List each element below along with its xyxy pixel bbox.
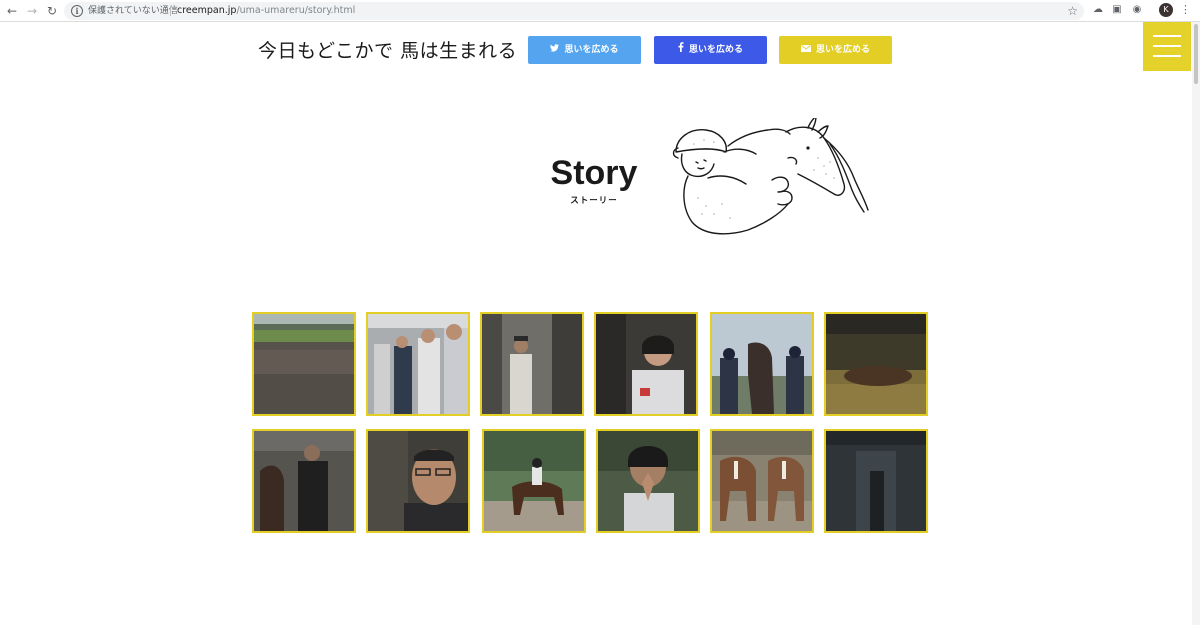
site-title[interactable]: 今日もどこかで 馬は生まれる <box>258 36 517 63</box>
page-subtitle: ストーリー <box>570 196 618 206</box>
gallery-photo-man-with-glasses[interactable] <box>366 429 470 533</box>
forward-icon[interactable]: → <box>24 3 40 19</box>
info-icon[interactable]: i <box>71 5 83 17</box>
browser-menu-icon[interactable]: ⋮ <box>1180 3 1191 17</box>
share-twitter-label: 思いを広める <box>564 45 619 55</box>
photo-frame <box>596 429 700 533</box>
security-label: 保護されていない通信 <box>88 6 178 16</box>
share-mail-label: 思いを広める <box>815 45 870 55</box>
girl-and-horse-illustration <box>668 115 878 240</box>
photo-frame <box>366 312 470 416</box>
gallery-photo-smiling-woman[interactable] <box>594 312 698 416</box>
facebook-icon <box>678 36 684 64</box>
photo-frame <box>594 312 698 416</box>
photo-frame <box>480 312 584 416</box>
photo-frame <box>824 429 928 533</box>
gallery-photo-dark-stable-corridor[interactable] <box>824 429 928 533</box>
gallery-photo-men-reading-papers[interactable] <box>366 312 470 416</box>
share-facebook-label: 思いを広める <box>688 45 743 55</box>
gallery-photo-men-leading-horse[interactable] <box>252 429 356 533</box>
extension-cloud-icon[interactable]: ☁ <box>1092 4 1104 16</box>
profile-avatar[interactable]: K <box>1159 3 1173 17</box>
browser-toolbar: ← → ↻ i 保護されていない通信 creempan.jp/uma-umare… <box>0 0 1200 22</box>
photo-frame <box>824 312 928 416</box>
menu-line-icon <box>1153 35 1181 37</box>
bookmark-star-icon[interactable]: ☆ <box>1067 3 1078 19</box>
reload-icon[interactable]: ↻ <box>44 3 60 19</box>
photo-frame <box>710 312 814 416</box>
gallery-photo-horse-lying-in-straw[interactable] <box>824 312 928 416</box>
gallery-photo-girl-praying[interactable] <box>596 429 700 533</box>
photo-frame <box>710 429 814 533</box>
gallery-photo-racecourse-crowd[interactable] <box>252 312 356 416</box>
url-path: /uma-umareru/story.html <box>236 5 356 16</box>
page-title: Story <box>550 154 638 192</box>
twitter-icon <box>550 36 560 64</box>
address-bar[interactable]: i 保護されていない通信 creempan.jp/uma-umareru/sto… <box>64 2 1084 20</box>
url-host: creempan.jp <box>177 5 237 16</box>
back-icon[interactable]: ← <box>4 3 20 19</box>
extension-lock-icon[interactable]: ▣ <box>1111 4 1123 16</box>
share-facebook-button[interactable]: 思いを広める <box>654 36 767 64</box>
scrollbar-thumb[interactable] <box>1194 24 1198 84</box>
address-divider <box>170 6 171 16</box>
share-mail-button[interactable]: 思いを広める <box>779 36 892 64</box>
gallery-photo-stable-worker[interactable] <box>480 312 584 416</box>
menu-line-icon <box>1153 45 1181 47</box>
menu-line-icon <box>1153 55 1181 57</box>
photo-frame <box>252 429 356 533</box>
page-scrollbar[interactable] <box>1192 22 1200 625</box>
photo-frame <box>366 429 470 533</box>
share-twitter-button[interactable]: 思いを広める <box>528 36 641 64</box>
photo-frame <box>482 429 586 533</box>
mail-icon <box>800 36 811 64</box>
extension-eye-icon[interactable]: ◉ <box>1131 4 1143 16</box>
url-text[interactable]: creempan.jp/uma-umareru/story.html <box>177 5 355 17</box>
hamburger-menu-button[interactable] <box>1143 22 1191 71</box>
gallery-photo-rider-on-horse[interactable] <box>482 429 586 533</box>
gallery-photo-horses-grazing[interactable] <box>710 429 814 533</box>
photo-frame <box>252 312 356 416</box>
gallery-photo-girls-with-horse[interactable] <box>710 312 814 416</box>
